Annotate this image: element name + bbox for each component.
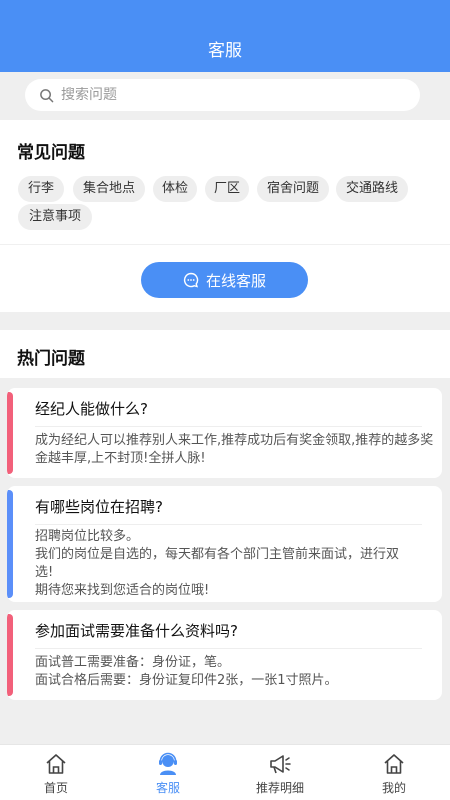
home-icon: [46, 754, 66, 774]
card-accent-bar: [7, 614, 13, 696]
home-icon: [384, 754, 404, 774]
divider: [35, 648, 422, 649]
search-bar-area: [0, 72, 450, 118]
search-box[interactable]: [25, 79, 420, 111]
answer-text: 期待您来找到您适合的岗位哦!: [35, 583, 210, 598]
tab-label: 推荐明细: [255, 781, 304, 795]
megaphone-icon: [270, 755, 291, 774]
question-text: 参加面试需要准备什么资料吗?: [35, 622, 238, 640]
answer-text: 面试普工需要准备：身份证，笔。: [35, 655, 231, 670]
answer-text: 我们的岗位是自选的，每天都有各个部门主管前来面试，进行双选!: [35, 547, 400, 580]
tab-home[interactable]: 首页: [0, 745, 112, 800]
faq-tag[interactable]: 宿舍问题: [257, 176, 329, 202]
card-accent-bar: [7, 392, 13, 474]
tab-label: 客服: [155, 781, 180, 795]
divider: [0, 244, 450, 245]
answer-text: 成为经纪人可以推荐别人来工作,推荐成功后有奖金领取,推荐的越多奖金越丰厚,上不封…: [35, 433, 434, 466]
faq-tag[interactable]: 体检: [153, 176, 197, 202]
hot-question-card[interactable]: 经纪人能做什么? 成为经纪人可以推荐别人来工作,推荐成功后有奖金领取,推荐的越多…: [7, 388, 442, 478]
faq-tag[interactable]: 行李: [18, 176, 64, 202]
customer-service-icon: [159, 752, 177, 775]
answer-text: 面试合格后需要：身份证复印件2张，一张1寸照片。: [35, 673, 338, 688]
faq-tag[interactable]: 注意事项: [18, 204, 92, 230]
online-service-label: 在线客服: [205, 271, 266, 290]
tab-label: 首页: [43, 781, 68, 795]
search-icon: [40, 88, 54, 102]
question-text: 有哪些岗位在招聘?: [35, 498, 163, 516]
divider: [35, 426, 422, 427]
answer-text: 招聘岗位比较多。: [35, 529, 140, 544]
app-header: 客服: [0, 0, 450, 72]
hot-question-card[interactable]: 参加面试需要准备什么资料吗? 面试普工需要准备：身份证，笔。 面试合格后需要：身…: [7, 610, 442, 700]
hot-section-header: 热门问题: [0, 330, 450, 378]
tab-label: 我的: [381, 781, 406, 795]
question-text: 经纪人能做什么?: [35, 400, 148, 418]
faq-tag[interactable]: 集合地点: [73, 176, 145, 202]
faq-tag[interactable]: 厂区: [205, 176, 249, 202]
hot-question-card[interactable]: 有哪些岗位在招聘? 招聘岗位比较多。 我们的岗位是自选的，每天都有各个部门主管前…: [7, 486, 442, 602]
search-input[interactable]: [61, 87, 361, 103]
tab-mine[interactable]: 我的: [338, 745, 450, 800]
page-title: 客服: [208, 41, 242, 61]
faq-title: 常见问题: [17, 143, 85, 163]
hot-title: 热门问题: [17, 349, 85, 369]
tab-recommend-details[interactable]: 推荐明细: [224, 745, 336, 800]
chat-icon: [183, 272, 199, 288]
tab-customer-service[interactable]: 客服: [112, 745, 224, 800]
faq-tag[interactable]: 交通路线: [336, 176, 408, 202]
bottom-tab-bar: 首页 客服 推荐明细 我的: [0, 744, 450, 800]
divider: [35, 524, 422, 525]
online-service-button[interactable]: 在线客服: [141, 262, 308, 298]
faq-section: 常见问题 行李 集合地点 体检 厂区 宿舍问题 交通路线 注意事项 在线客服: [0, 120, 450, 312]
card-accent-bar: [7, 490, 13, 598]
